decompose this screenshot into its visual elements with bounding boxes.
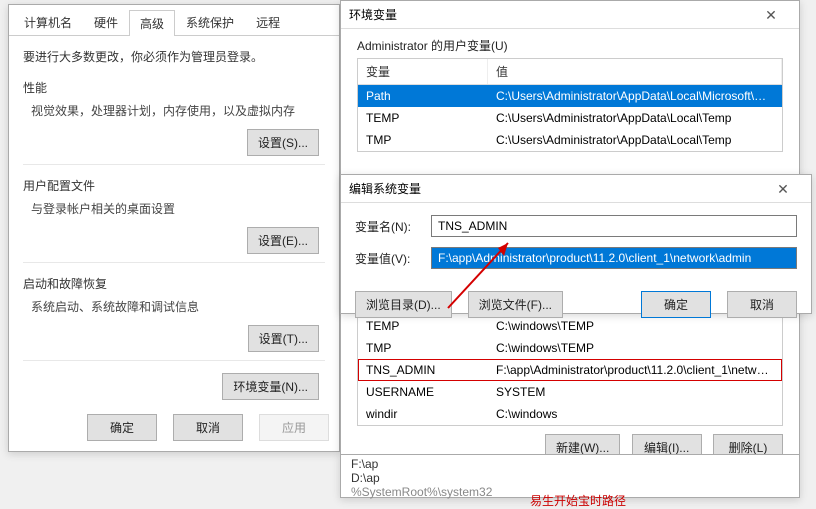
browse-file-button[interactable]: 浏览文件(F)... (468, 291, 563, 318)
cell-var: windir (358, 405, 488, 423)
startup-recovery-group: 启动和故障恢复 系统启动、系统故障和调试信息 设置(T)... (23, 275, 325, 361)
cell-var: USERNAME (358, 383, 488, 401)
cell-val: C:\windows\TEMP (488, 339, 782, 357)
hdr-variable: 变量 (358, 59, 488, 84)
browse-dir-button[interactable]: 浏览目录(D)... (355, 291, 452, 318)
annotation-text: 易生开始宝时路径 (530, 492, 626, 509)
editdlg-ok-button[interactable]: 确定 (641, 291, 711, 318)
system-vars-table[interactable]: TEMPC:\windows\TEMPTMPC:\windows\TEMPTNS… (357, 315, 783, 426)
editdlg-buttons: 浏览目录(D)... 浏览文件(F)... 确定 取消 (341, 291, 811, 328)
sysprops-body: 要进行大多数更改，你必须作为管理员登录。 性能 视觉效果，处理器计划，内存使用，… (9, 36, 339, 412)
table-row[interactable]: USERNAMESYSTEM (358, 381, 782, 403)
system-properties-window: 计算机名 硬件 高级 系统保护 远程 要进行大多数更改，你必须作为管理员登录。 … (8, 4, 340, 452)
performance-group: 性能 视觉效果，处理器计划，内存使用，以及虚拟内存 设置(S)... (23, 79, 325, 165)
envvars-close-icon[interactable]: ✕ (751, 1, 791, 29)
table-row[interactable]: TEMPC:\Users\Administrator\AppData\Local… (358, 107, 782, 129)
sysprops-footer: 确定 取消 应用 (87, 414, 329, 441)
user-profiles-settings-button[interactable]: 设置(E)... (247, 227, 319, 254)
cell-val: SYSTEM (488, 383, 782, 401)
cell-var: Path (358, 87, 488, 105)
sysprops-tabs: 计算机名 硬件 高级 系统保护 远程 (9, 5, 339, 36)
cell-val: C:\windows (488, 405, 782, 423)
table-row[interactable]: windirC:\windows (358, 403, 782, 425)
cell-var: TMP (358, 339, 488, 357)
path-line-2: D:\ap (351, 471, 789, 485)
table-row[interactable]: TMPC:\windows\TEMP (358, 337, 782, 359)
path-line-1: F:\ap (351, 457, 789, 471)
environment-variables-button[interactable]: 环境变量(N)... (222, 373, 319, 400)
cell-val: F:\app\Administrator\product\11.2.0\clie… (488, 361, 782, 379)
tab-system-protection[interactable]: 系统保护 (175, 9, 245, 35)
sysprops-ok-button[interactable]: 确定 (87, 414, 157, 441)
tab-remote[interactable]: 远程 (245, 9, 291, 35)
table-row[interactable]: TMPC:\Users\Administrator\AppData\Local\… (358, 129, 782, 151)
envvars-titlebar: 环境变量 ✕ (341, 1, 799, 29)
editdlg-close-icon[interactable]: ✕ (763, 175, 803, 203)
edit-system-variable-dialog: 编辑系统变量 ✕ 变量名(N): 变量值(V): 浏览目录(D)... 浏览文件… (340, 174, 812, 314)
admin-note: 要进行大多数更改，你必须作为管理员登录。 (23, 48, 325, 65)
envvars-title: 环境变量 (349, 1, 397, 29)
user-vars-label: Administrator 的用户变量(U) (341, 29, 799, 58)
system-vars-area: TEMPC:\windows\TEMPTMPC:\windows\TEMPTNS… (341, 315, 799, 469)
sysprops-apply-button[interactable]: 应用 (259, 414, 329, 441)
cell-var: TMP (358, 131, 488, 149)
editdlg-titlebar: 编辑系统变量 ✕ (341, 175, 811, 203)
table-row[interactable]: PathC:\Users\Administrator\AppData\Local… (358, 85, 782, 107)
editdlg-cancel-button[interactable]: 取消 (727, 291, 797, 318)
tab-advanced[interactable]: 高级 (129, 10, 175, 36)
cell-var: TNS_ADMIN (358, 361, 488, 379)
editdlg-title: 编辑系统变量 (349, 175, 421, 203)
hdr-value: 值 (488, 59, 782, 84)
cell-val: C:\Users\Administrator\AppData\Local\Mic… (488, 87, 782, 105)
cell-var: TEMP (358, 109, 488, 127)
var-value-label: 变量值(V): (355, 250, 431, 267)
startup-recovery-settings-button[interactable]: 设置(T)... (248, 325, 319, 352)
user-profiles-desc: 与登录帐户相关的桌面设置 (31, 200, 325, 217)
var-value-input[interactable] (431, 247, 797, 269)
table-row[interactable]: TNS_ADMINF:\app\Administrator\product\11… (358, 359, 782, 381)
performance-desc: 视觉效果，处理器计划，内存使用，以及虚拟内存 (31, 102, 325, 119)
var-name-label: 变量名(N): (355, 218, 431, 235)
tab-computer-name[interactable]: 计算机名 (13, 9, 83, 35)
cell-val: C:\Users\Administrator\AppData\Local\Tem… (488, 131, 782, 149)
cell-val: C:\Users\Administrator\AppData\Local\Tem… (488, 109, 782, 127)
user-profiles-title: 用户配置文件 (23, 177, 325, 194)
user-vars-header: 变量 值 (358, 59, 782, 85)
user-vars-table[interactable]: 变量 值 PathC:\Users\Administrator\AppData\… (357, 58, 783, 152)
startup-recovery-title: 启动和故障恢复 (23, 275, 325, 292)
startup-recovery-desc: 系统启动、系统故障和调试信息 (31, 298, 325, 315)
sysprops-cancel-button[interactable]: 取消 (173, 414, 243, 441)
user-profiles-group: 用户配置文件 与登录帐户相关的桌面设置 设置(E)... (23, 177, 325, 263)
var-name-input[interactable] (431, 215, 797, 237)
editdlg-body: 变量名(N): 变量值(V): (341, 203, 811, 291)
tab-hardware[interactable]: 硬件 (83, 9, 129, 35)
performance-settings-button[interactable]: 设置(S)... (247, 129, 319, 156)
performance-title: 性能 (23, 79, 325, 96)
